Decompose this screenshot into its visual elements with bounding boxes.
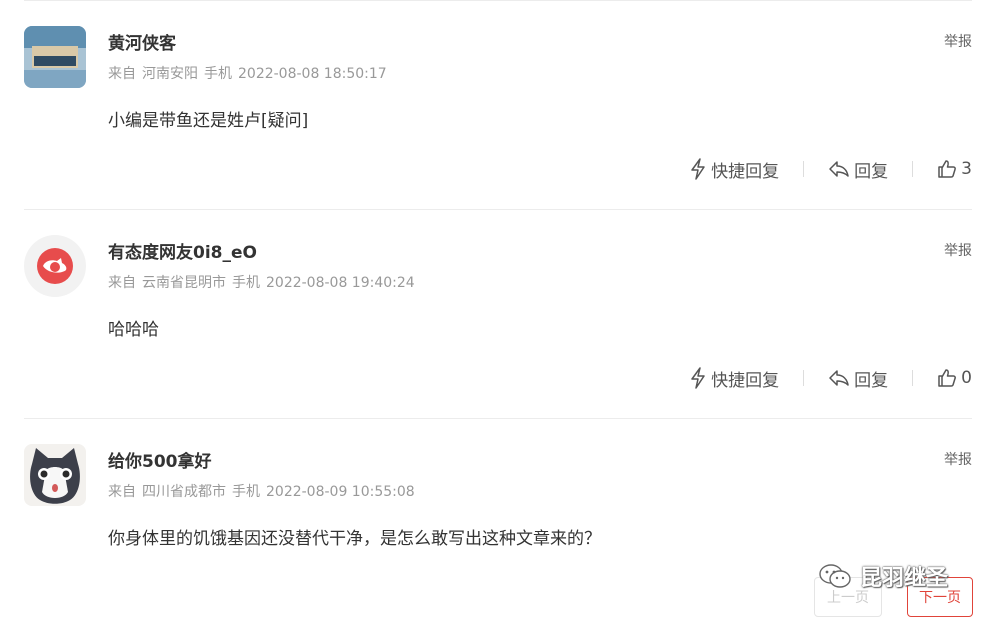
- reply-button[interactable]: 回复: [828, 366, 888, 391]
- reply-button[interactable]: 回复: [828, 157, 888, 182]
- avatar[interactable]: [24, 235, 86, 297]
- report-link[interactable]: 举报: [944, 240, 972, 260]
- reply-label: 回复: [854, 370, 889, 391]
- action-separator: [803, 370, 805, 386]
- reply-icon: [829, 370, 849, 386]
- timestamp: 2022-08-09 10:55:08: [266, 484, 415, 500]
- comment-text: 你身体里的饥饿基因还没替代干净，是怎么敢写出这种文章来的？: [108, 529, 601, 549]
- device: 手机: [204, 66, 232, 82]
- comment-divider: [24, 209, 972, 210]
- source-prefix: 来自: [108, 275, 136, 291]
- report-link[interactable]: 举报: [944, 449, 972, 469]
- comment-actions: 快捷回复 回复 3: [689, 157, 972, 182]
- timestamp: 2022-08-08 18:50:17: [238, 66, 387, 82]
- action-separator: [803, 161, 805, 177]
- report-link[interactable]: 举报: [944, 31, 972, 51]
- username[interactable]: 有态度网友0i8_eO: [108, 238, 257, 263]
- source-prefix: 来自: [108, 66, 136, 82]
- comment-meta: 来自 四川省成都市 手机 2022-08-09 10:55:08: [108, 481, 421, 501]
- comment-text: 哈哈哈: [108, 320, 159, 340]
- reply-icon: [829, 161, 849, 177]
- quick-reply-button[interactable]: 快捷回复: [689, 366, 779, 391]
- quick-reply-label: 快捷回复: [711, 370, 780, 391]
- username[interactable]: 黄河侠客: [108, 29, 176, 54]
- timestamp: 2022-08-08 19:40:24: [266, 275, 415, 291]
- quick-reply-label: 快捷回复: [711, 161, 780, 182]
- device: 手机: [232, 275, 260, 291]
- source-prefix: 来自: [108, 484, 136, 500]
- comment-text: 小编是带鱼还是姓卢[疑问]: [108, 111, 309, 131]
- watermark-text: 昆羽继圣: [860, 566, 949, 591]
- action-separator: [912, 370, 914, 386]
- location: 河南安阳: [142, 66, 198, 82]
- avatar[interactable]: [24, 444, 86, 506]
- like-button[interactable]: 0: [937, 368, 972, 388]
- wechat-icon: [819, 564, 851, 588]
- action-separator: [912, 161, 914, 177]
- reply-label: 回复: [854, 161, 889, 182]
- thumbs-up-icon: [938, 160, 957, 178]
- thumbs-up-icon: [938, 369, 957, 387]
- username[interactable]: 给你500拿好: [108, 447, 212, 472]
- lightning-icon: [691, 158, 705, 180]
- comment-divider: [24, 418, 972, 419]
- watermark: 昆羽继圣: [818, 560, 948, 592]
- like-button[interactable]: 3: [937, 159, 972, 179]
- lightning-icon: [691, 367, 705, 389]
- device: 手机: [232, 484, 260, 500]
- avatar[interactable]: [24, 26, 86, 88]
- location: 四川省成都市: [142, 484, 226, 500]
- like-count: 0: [961, 368, 972, 388]
- comment-meta: 来自 云南省昆明市 手机 2022-08-08 19:40:24: [108, 272, 421, 292]
- quick-reply-button[interactable]: 快捷回复: [689, 157, 779, 182]
- top-divider: [24, 0, 972, 1]
- like-count: 3: [961, 159, 972, 179]
- comment-actions: 快捷回复 回复 0: [689, 366, 972, 391]
- comment-meta: 来自 河南安阳 手机 2022-08-08 18:50:17: [108, 63, 393, 83]
- location: 云南省昆明市: [142, 275, 226, 291]
